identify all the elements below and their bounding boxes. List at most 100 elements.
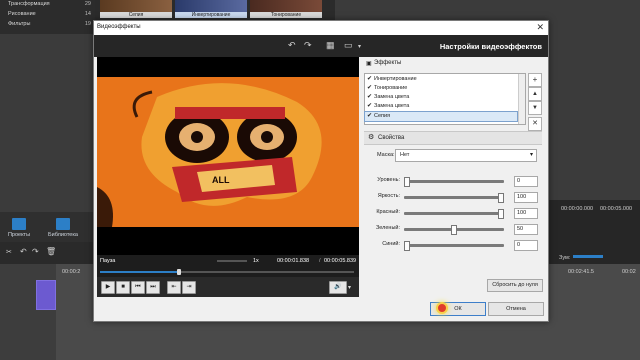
chevron-down-icon[interactable]: ▾ [348,284,351,291]
redo-icon[interactable]: ↷ [304,40,312,50]
effects-header: ▣ Эффекты [364,59,542,69]
left-panel-item[interactable]: Трансформация [8,1,50,7]
slider-label-green: Зеленый: [375,225,400,231]
thumbnail-label: Сепия [100,12,172,18]
tab-projects[interactable]: Проекты [2,218,36,242]
monitor-icon[interactable]: ▭ [344,40,353,50]
slider-handle[interactable] [404,241,410,251]
effect-item[interactable]: ✔ Замена цвета [365,93,517,102]
player-speed: 1x [253,258,259,264]
grid-icon[interactable]: ▦ [326,40,335,50]
delete-icon[interactable]: 🗑 [46,247,56,256]
effect-item[interactable]: ✔ Тонирование [365,84,517,93]
background-tab-bar: Проекты Библиотека [0,212,95,242]
value-field[interactable]: 0 [514,240,538,251]
undo-icon[interactable]: ↶ [20,247,27,256]
move-up-button[interactable]: ▲ [528,87,542,101]
slider-brightness[interactable] [404,193,504,203]
left-panel-count: 14 [84,11,91,17]
slider-handle[interactable] [498,193,504,203]
slider-red[interactable] [404,209,504,219]
checkbox-icon[interactable]: ✔ [367,102,372,111]
seek-progress [100,271,179,273]
value-field[interactable]: 100 [514,208,538,219]
mark-in-button[interactable]: ⇤ [167,281,181,294]
chevron-down-icon: ▾ [529,152,533,158]
volume-button[interactable]: 🔊 [329,281,347,294]
left-panel-item[interactable]: Рисование [8,11,36,17]
stop-button[interactable]: ■ [116,281,130,294]
tab-label: Проекты [7,232,31,238]
player-status-bar: Пауза 1x 00:00:01.838 / 00:00:05.839 [97,255,359,267]
mark-out-button[interactable]: ⇥ [182,281,196,294]
close-icon[interactable]: ✕ [536,22,544,33]
left-panel-item[interactable]: Фильтры [8,21,30,27]
seek-bar[interactable] [97,267,359,277]
effect-item[interactable]: ✔ Инвертирование [365,75,517,84]
slider-handle[interactable] [404,177,410,187]
ruler-tick-label: 00:02:41.5 [568,269,594,275]
slider-green[interactable] [404,225,504,235]
previous-button[interactable]: ⏮ [131,281,145,294]
move-down-button[interactable]: ▼ [528,101,542,115]
effects-title: Эффекты [374,60,402,66]
effect-label: Замена цвета [374,103,410,109]
properties-title: Свойства [378,135,405,141]
ruler-tick-label: 00:02 [622,269,636,275]
value-field[interactable]: 50 [514,224,538,235]
chevron-down-icon[interactable]: ▾ [358,42,361,52]
slider-label-red: Красный: [376,209,400,215]
background-effects-panel: Трансформация 29 Рисование 14 Фильтры 19 [0,0,95,34]
ruler-tick-label: 00:00:2 [62,269,81,275]
reset-button[interactable]: Сбросить до нуля [487,279,543,292]
remove-effect-button[interactable]: ✕ [528,117,542,131]
checkbox-icon[interactable]: ✔ [367,75,372,84]
video-preview[interactable]: ALL [97,57,359,257]
effect-label: Сепия [374,113,391,119]
video-frame: ALL [97,77,359,227]
slider-handle[interactable] [498,209,504,219]
tab-library[interactable]: Библиотека [46,218,80,242]
effects-scrollbar[interactable] [518,74,525,124]
add-effect-button[interactable]: + [528,73,542,87]
dialog-title: Видеоэффекты [97,24,141,30]
checkbox-icon[interactable]: ✔ [367,84,372,93]
slider-level[interactable] [404,177,504,187]
thumbnail-label: Тонирование [250,12,322,18]
mask-select[interactable]: Нет ▾ [395,149,537,162]
next-button[interactable]: ⏭ [146,281,160,294]
mouse-cursor-highlight [436,302,448,314]
slider-label-blue: Синий: [382,241,400,247]
thumbnail-label: Инвертирование [175,12,247,18]
play-button[interactable]: ▶ [101,281,115,294]
scissors-icon[interactable]: ✂ [6,248,12,256]
dialog-heading: Настройки видеоэффектов [439,42,542,51]
projects-icon [12,218,26,230]
tab-label: Библиотека [48,232,78,238]
redo-icon[interactable]: ↷ [32,247,39,256]
slider-label-level: Уровень: [377,177,400,183]
slider-handle[interactable] [451,225,457,235]
speed-slider[interactable] [217,260,247,262]
checkbox-icon[interactable]: ✔ [367,93,372,102]
zoom-slider[interactable] [573,255,603,258]
mask-value: Нет [400,152,410,158]
time-current: 00:00:01.838 [277,258,310,264]
gear-icon: ⚙ [368,134,375,141]
background-right-panel: 00:00:00.000 00:00:05.000 Зум: [545,200,640,264]
checkbox-icon[interactable]: ✔ [367,112,372,121]
effect-item[interactable]: ✔ Замена цвета [365,102,517,111]
effect-item-selected[interactable]: ✔ Сепия [364,111,518,122]
video-effects-dialog: Видеоэффекты ✕ ↶ ↷ ▦ ▭ ▾ Настройки видео… [93,20,549,322]
timeline-clip[interactable] [36,280,56,310]
seek-handle[interactable] [177,269,181,275]
value-field[interactable]: 0 [514,176,538,187]
cancel-button[interactable]: Отмена [488,302,544,316]
library-icon [56,218,70,230]
slider-blue[interactable] [404,241,504,251]
dialog-toolbar: ↶ ↷ ▦ ▭ ▾ Настройки видеоэффектов [94,35,548,57]
value-field[interactable]: 100 [514,192,538,203]
properties-header: ⚙ Свойства [364,131,542,145]
undo-icon[interactable]: ↶ [288,40,296,50]
time-total: 00:00:05.839 [324,258,357,264]
